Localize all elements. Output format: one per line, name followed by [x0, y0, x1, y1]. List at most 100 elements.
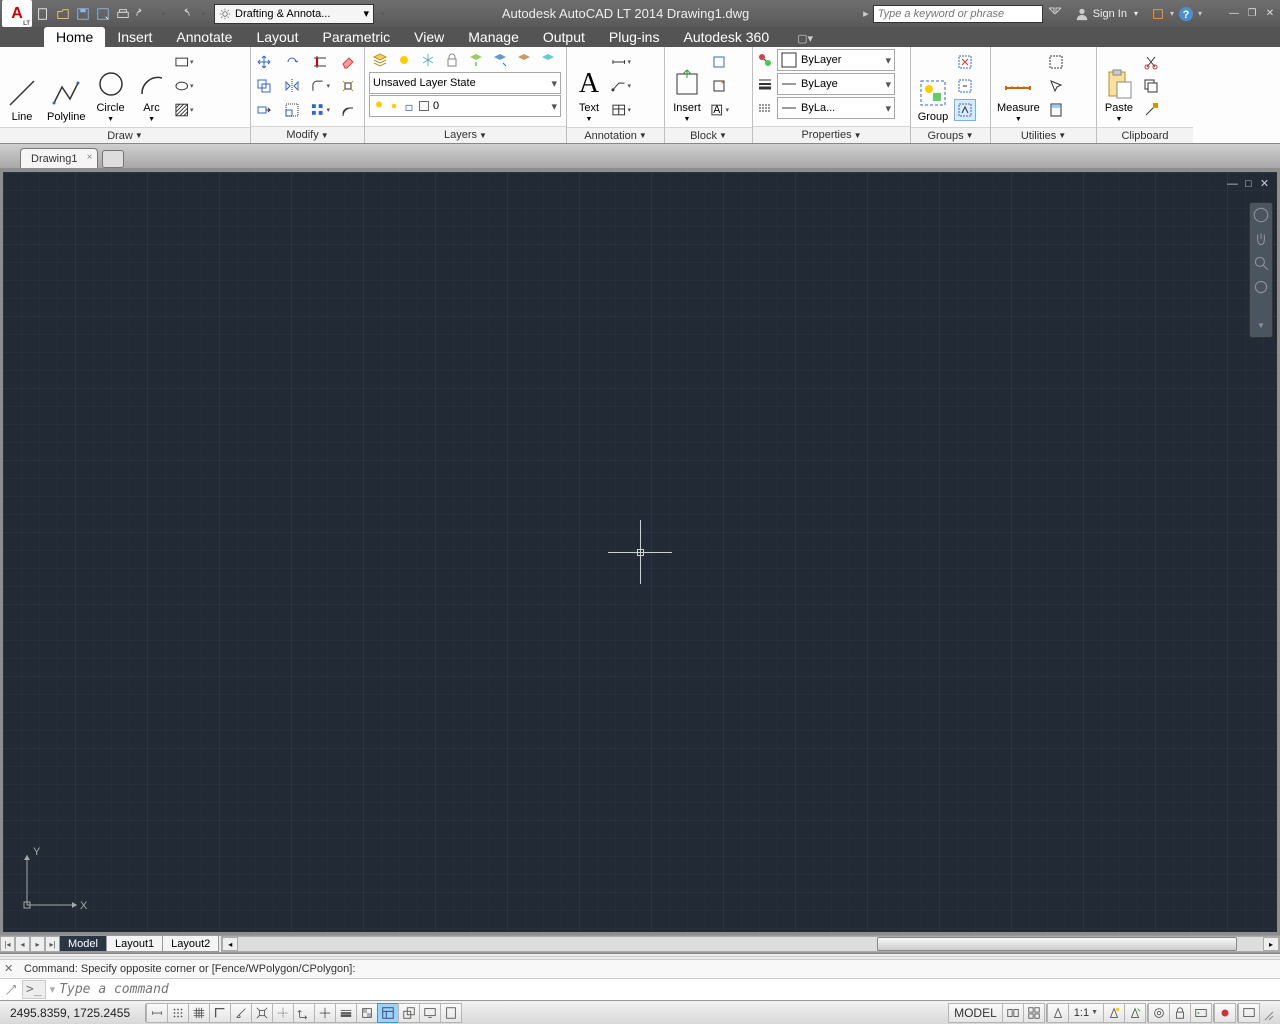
tab-view[interactable]: View [402, 27, 456, 47]
window-close-icon[interactable]: ✕ [1262, 7, 1278, 21]
edit-block-button[interactable] [708, 75, 730, 97]
workspace-dropdown[interactable]: Drafting & Annota... ▾ [214, 4, 374, 24]
hscroll-left-arrow[interactable]: ◂ [222, 937, 238, 951]
measure-button[interactable]: Measure▼ [993, 49, 1044, 125]
tab-insert[interactable]: Insert [105, 27, 164, 47]
exchange-apps-icon[interactable] [1148, 4, 1168, 24]
line-button[interactable]: Line [2, 49, 42, 125]
quick-properties-toggle[interactable] [377, 1003, 399, 1023]
trim-button[interactable] [309, 51, 331, 73]
rectangle-button[interactable] [173, 51, 195, 73]
tab-manage[interactable]: Manage [456, 27, 531, 47]
qat-undo-icon[interactable] [134, 5, 152, 23]
layout-first-button[interactable]: |◂ [0, 936, 15, 952]
leader-button[interactable] [610, 75, 632, 97]
qat-plot-icon[interactable] [114, 5, 132, 23]
ducs-toggle[interactable] [293, 1003, 315, 1023]
rotate-button[interactable] [281, 51, 303, 73]
drawing-canvas[interactable]: Y X — □ ✕ ▼ [0, 168, 1280, 935]
panel-groups-title[interactable]: Groups ▼ [911, 127, 990, 143]
layout-quickview-button[interactable] [1002, 1003, 1024, 1023]
transparency-toggle[interactable] [356, 1003, 378, 1023]
ellipse-button[interactable] [173, 75, 195, 97]
ribbon-minimize-icon[interactable]: ▢▾ [791, 30, 819, 47]
hscroll-thumb[interactable] [877, 937, 1236, 951]
qat-saveas-icon[interactable] [94, 5, 112, 23]
panel-properties-title[interactable]: Properties ▼ [753, 126, 910, 143]
tab-layout[interactable]: Layout [244, 27, 310, 47]
workspace-switch-button[interactable] [1148, 1003, 1170, 1023]
tab-output[interactable]: Output [531, 27, 597, 47]
copy-clip-button[interactable] [1140, 75, 1162, 97]
infer-constraints-toggle[interactable] [146, 1003, 168, 1023]
hatch-button[interactable] [173, 99, 195, 121]
resize-grip-icon[interactable] [1260, 1003, 1276, 1023]
nav-orbit-icon[interactable] [1252, 278, 1270, 296]
model-space-button[interactable]: MODEL [948, 1003, 1003, 1023]
quickcalc-button[interactable] [1045, 99, 1067, 121]
layout-tab-layout1[interactable]: Layout1 [106, 936, 163, 952]
lineweight-dropdown[interactable]: ByLaye▾ [777, 73, 895, 95]
panel-clipboard-title[interactable]: Clipboard [1097, 127, 1193, 143]
group-select-button[interactable] [954, 99, 976, 121]
help-icon[interactable]: ? [1176, 4, 1196, 24]
sign-in-button[interactable]: Sign In ▾ [1067, 7, 1146, 21]
hscroll-right-arrow[interactable]: ▸ [1263, 937, 1279, 951]
layer-props-button[interactable] [369, 49, 391, 71]
panel-draw-title[interactable]: Draw ▼ [0, 127, 250, 143]
search-button-icon[interactable] [1045, 4, 1065, 24]
dimension-linear-button[interactable] [610, 51, 632, 73]
polyline-button[interactable]: Polyline [43, 49, 90, 125]
layer-isolate-button[interactable] [537, 49, 559, 71]
info-center-search[interactable] [873, 5, 1043, 23]
match-properties-button[interactable] [755, 50, 775, 70]
window-restore-icon[interactable]: ❐ [1244, 7, 1260, 21]
command-input[interactable] [59, 982, 1276, 997]
fillet-button[interactable] [309, 75, 331, 97]
annotation-visibility-toggle[interactable] [1103, 1003, 1125, 1023]
nav-zoom-extents-icon[interactable] [1252, 254, 1270, 272]
qat-customize-dropdown[interactable] [376, 5, 388, 23]
grid-toggle[interactable] [188, 1003, 210, 1023]
erase-button[interactable] [337, 51, 359, 73]
panel-modify-title[interactable]: Modify ▼ [251, 126, 364, 143]
command-close-icon[interactable]: ✕ [4, 962, 18, 976]
ortho-toggle[interactable] [209, 1003, 231, 1023]
toolbar-lock-toggle[interactable] [1169, 1003, 1191, 1023]
move-button[interactable] [253, 51, 275, 73]
tab-autodesk360[interactable]: Autodesk 360 [671, 27, 781, 47]
scale-button[interactable] [281, 99, 303, 121]
offset-button[interactable] [337, 99, 359, 121]
app-menu-button[interactable]: A [2, 0, 32, 27]
nav-wheel-icon[interactable] [1252, 206, 1270, 224]
selection-cycling-toggle[interactable] [398, 1003, 420, 1023]
text-button[interactable]: AText▼ [569, 49, 609, 125]
file-tab-drawing1[interactable]: Drawing1 × [20, 148, 98, 168]
select-all-button[interactable] [1045, 51, 1067, 73]
layer-match-button[interactable] [489, 49, 511, 71]
insert-block-button[interactable]: Insert▼ [667, 49, 707, 125]
explode-button[interactable] [337, 75, 359, 97]
command-handle-icon[interactable] [4, 983, 18, 997]
layer-state-dropdown[interactable]: Unsaved Layer State▾ [369, 72, 561, 94]
qat-open-icon[interactable] [54, 5, 72, 23]
tab-plugins[interactable]: Plug-ins [597, 27, 672, 47]
annotation-monitor-toggle[interactable] [419, 1003, 441, 1023]
qat-redo-icon[interactable] [174, 5, 192, 23]
annotation-scale-icon[interactable] [1047, 1003, 1069, 1023]
panel-utilities-title[interactable]: Utilities ▼ [991, 127, 1096, 143]
layer-dropdown[interactable]: 0▾ [369, 95, 561, 117]
layer-previous-button[interactable] [513, 49, 535, 71]
drawing-quickview-button[interactable] [1023, 1003, 1045, 1023]
arc-button[interactable]: Arc▼ [132, 49, 172, 125]
layout-prev-button[interactable]: ◂ [15, 936, 30, 952]
linetype-dropdown[interactable]: ByLa...▾ [777, 97, 895, 119]
paste-button[interactable]: Paste▼ [1099, 49, 1139, 125]
hardware-accel-toggle[interactable] [1190, 1003, 1212, 1023]
circle-button[interactable]: Circle▼ [91, 49, 131, 125]
array-button[interactable] [309, 99, 331, 121]
horizontal-scrollbar[interactable]: ◂ ▸ [221, 936, 1280, 952]
panel-layers-title[interactable]: Layers ▼ [365, 126, 566, 143]
layout-last-button[interactable]: ▸| [45, 936, 60, 952]
stretch-button[interactable] [253, 99, 275, 121]
